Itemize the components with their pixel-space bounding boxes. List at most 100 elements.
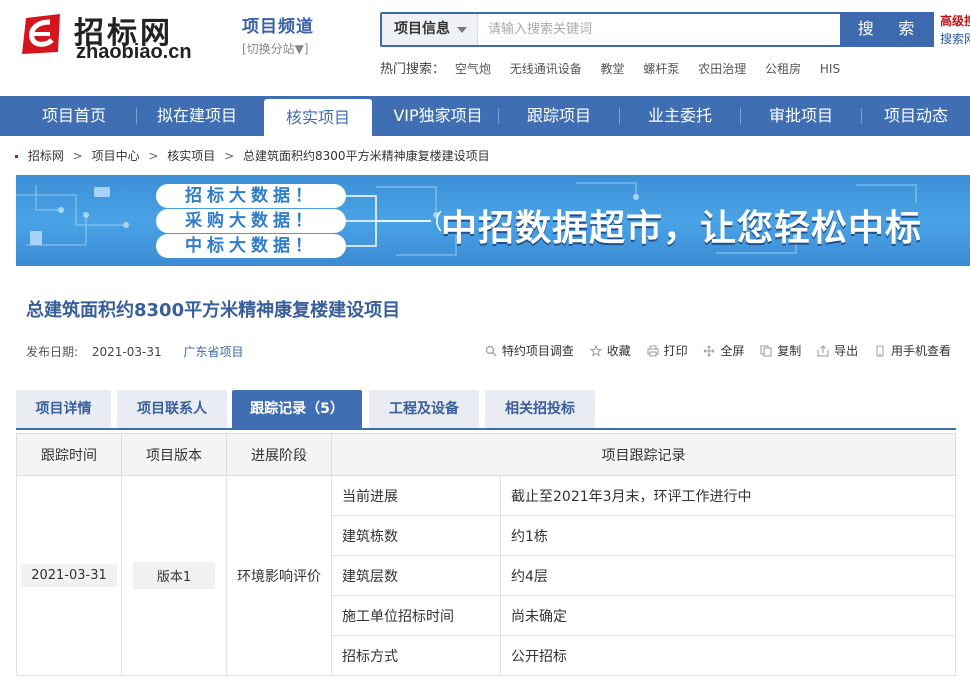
tracking-table: 跟踪时间 项目版本 进展阶段 项目跟踪记录 2021-03-31 版本1 环境影… [16, 433, 956, 676]
mobile-view-label: 用手机查看 [890, 344, 951, 358]
print-button[interactable]: 打印 [647, 342, 688, 359]
hot-search-item[interactable]: 公租房 [765, 62, 801, 76]
banner-slogan: 中招数据超市，让您轻松中标 [441, 208, 923, 249]
fullscreen-button[interactable]: 全屏 [703, 342, 744, 359]
nav-item-verified[interactable]: 核实项目 [264, 99, 372, 136]
banner-pill: 中标大数据！ [156, 234, 346, 258]
nav-item-approval[interactable]: 审批项目 [741, 96, 861, 136]
nav-item-home[interactable]: 项目首页 [12, 96, 136, 136]
toolbar: 特约项目调查 收藏 打印 全屏 复制 导出 用手机查看 [473, 342, 951, 359]
export-icon [817, 345, 829, 357]
export-button[interactable]: 导出 [817, 342, 858, 359]
project-meta: 发布日期: 2021-03-31 广东省项目 [26, 343, 243, 360]
fullscreen-icon [704, 345, 715, 357]
advanced-search: 高级搜 搜索网 [940, 12, 970, 48]
version-badge[interactable]: 版本1 [132, 562, 216, 589]
search-button[interactable]: 搜 索 [840, 12, 934, 47]
detail-tabs: 项目详情 项目联系人 跟踪记录（5） 工程及设备 相关招投标 [16, 390, 956, 430]
logo-text-en: zhaobiao.cn [76, 41, 192, 63]
record-value: 尚未确定 [500, 595, 956, 636]
tracking-time-cell: 2021-03-31 [16, 475, 122, 676]
nav-item-tracking[interactable]: 跟踪项目 [499, 96, 619, 136]
tab-tracking-records[interactable]: 跟踪记录（5） [232, 390, 362, 428]
nav-item-vip[interactable]: VIP独家项目 [378, 96, 498, 136]
stage-cell: 环境影响评价 [226, 475, 332, 676]
print-label: 打印 [663, 344, 688, 358]
hot-searches: 热门搜索： 空气炮 无线通讯设备 教堂 螺杆泵 农田治理 公租房 HIS [380, 58, 855, 77]
nav-item-owner[interactable]: 业主委托 [620, 96, 740, 136]
version-cell: 版本1 [121, 475, 227, 676]
column-header-version: 项目版本 [121, 433, 227, 476]
favorite-button[interactable]: 收藏 [589, 342, 631, 359]
record-key: 招标方式 [331, 635, 501, 676]
search-input[interactable] [478, 14, 840, 45]
copy-icon [760, 345, 772, 357]
record-key: 施工单位招标时间 [331, 595, 501, 636]
table-row: 2021-03-31 版本1 环境影响评价 当前进展 截止至2021年3月末，环… [16, 475, 956, 676]
record-key: 建筑栋数 [331, 515, 501, 556]
search-category-select[interactable]: 项目信息 [382, 14, 478, 45]
breadcrumb-item[interactable]: 招标网 [28, 149, 64, 163]
survey-button[interactable]: 特约项目调查 [485, 342, 574, 359]
breadcrumb-item[interactable]: 项目中心 [92, 149, 140, 163]
breadcrumb-item[interactable]: 核实项目 [167, 149, 215, 163]
region-link[interactable]: 广东省项目 [183, 345, 243, 359]
publish-date: 2021-03-31 [91, 345, 162, 359]
fullscreen-label: 全屏 [720, 344, 745, 358]
record-value: 截止至2021年3月末，环评工作进行中 [500, 475, 956, 516]
favorite-label: 收藏 [606, 344, 631, 358]
hot-search-item[interactable]: HIS [820, 62, 840, 76]
table-header-row: 跟踪时间 项目版本 进展阶段 项目跟踪记录 [16, 433, 956, 476]
tab-details[interactable]: 项目详情 [16, 390, 111, 428]
site-logo[interactable]: 招标网 zhaobiao.cn [20, 8, 200, 64]
search-category-label: 项目信息 [394, 21, 450, 37]
record-value: 约4层 [500, 555, 956, 596]
record-value: 约1栋 [500, 515, 956, 556]
banner-pill: 招标大数据！ [156, 184, 346, 208]
record-value: 公开招标 [500, 635, 956, 676]
printer-icon [647, 345, 659, 357]
column-header-time: 跟踪时间 [16, 433, 122, 476]
column-header-records: 项目跟踪记录 [331, 433, 956, 476]
hot-search-item[interactable]: 教堂 [601, 62, 625, 76]
hot-search-item[interactable]: 农田治理 [698, 62, 746, 76]
hot-search-item[interactable]: 螺杆泵 [643, 62, 679, 76]
channel-title: 项目频道 [242, 17, 314, 37]
star-icon [589, 345, 602, 357]
nav-item-planned[interactable]: 拟在建项目 [137, 96, 257, 136]
tab-equipment[interactable]: 工程及设备 [369, 390, 479, 428]
hot-search-item[interactable]: 无线通讯设备 [510, 62, 582, 76]
chevron-right-icon: > [72, 149, 83, 163]
copy-button[interactable]: 复制 [760, 342, 801, 359]
search-icon [485, 345, 497, 357]
logo-mark-icon [22, 14, 60, 54]
switch-branch-link[interactable]: [切换分站▼] [242, 40, 314, 57]
main-nav: 项目首页 拟在建项目 核实项目 VIP独家项目 跟踪项目 业主委托 审批项目 项… [0, 96, 970, 136]
survey-label: 特约项目调查 [501, 344, 574, 358]
banner-pill: 采购大数据！ [156, 209, 346, 233]
tracking-time: 2021-03-31 [21, 564, 117, 587]
chevron-down-icon [457, 27, 467, 33]
mobile-view-button[interactable]: 用手机查看 [874, 342, 951, 359]
promo-banner[interactable]: 招标大数据！ 采购大数据！ 中标大数据！ 中招数据超市，让您轻松中标 [16, 175, 970, 266]
breadcrumb: 招标网 > 项目中心 > 核实项目 > 总建筑面积约8300平方米精神康复楼建设… [15, 147, 490, 164]
advanced-search-link[interactable]: 高级搜 [940, 12, 970, 30]
export-label: 导出 [834, 344, 859, 358]
tab-related-bids[interactable]: 相关招投标 [485, 390, 595, 428]
chevron-right-icon: > [224, 149, 235, 163]
tab-contacts[interactable]: 项目联系人 [117, 390, 227, 428]
channel-block: 项目频道 [切换分站▼] [242, 12, 314, 57]
bullet-icon [15, 155, 18, 158]
nav-item-news[interactable]: 项目动态 [862, 96, 970, 136]
search-net-link[interactable]: 搜索网 [940, 30, 970, 48]
record-key: 建筑层数 [331, 555, 501, 596]
hot-search-item[interactable]: 空气炮 [455, 62, 491, 76]
copy-label: 复制 [777, 344, 802, 358]
chevron-right-icon: > [148, 149, 159, 163]
page-title: 总建筑面积约8300平方米精神康复楼建设项目 [26, 300, 401, 321]
phone-icon [876, 345, 884, 357]
column-header-stage: 进展阶段 [226, 433, 332, 476]
hot-search-label: 热门搜索： [380, 62, 446, 77]
search-bar: 项目信息 搜 索 [380, 12, 934, 47]
breadcrumb-current[interactable]: 总建筑面积约8300平方米精神康复楼建设项目 [243, 149, 490, 163]
